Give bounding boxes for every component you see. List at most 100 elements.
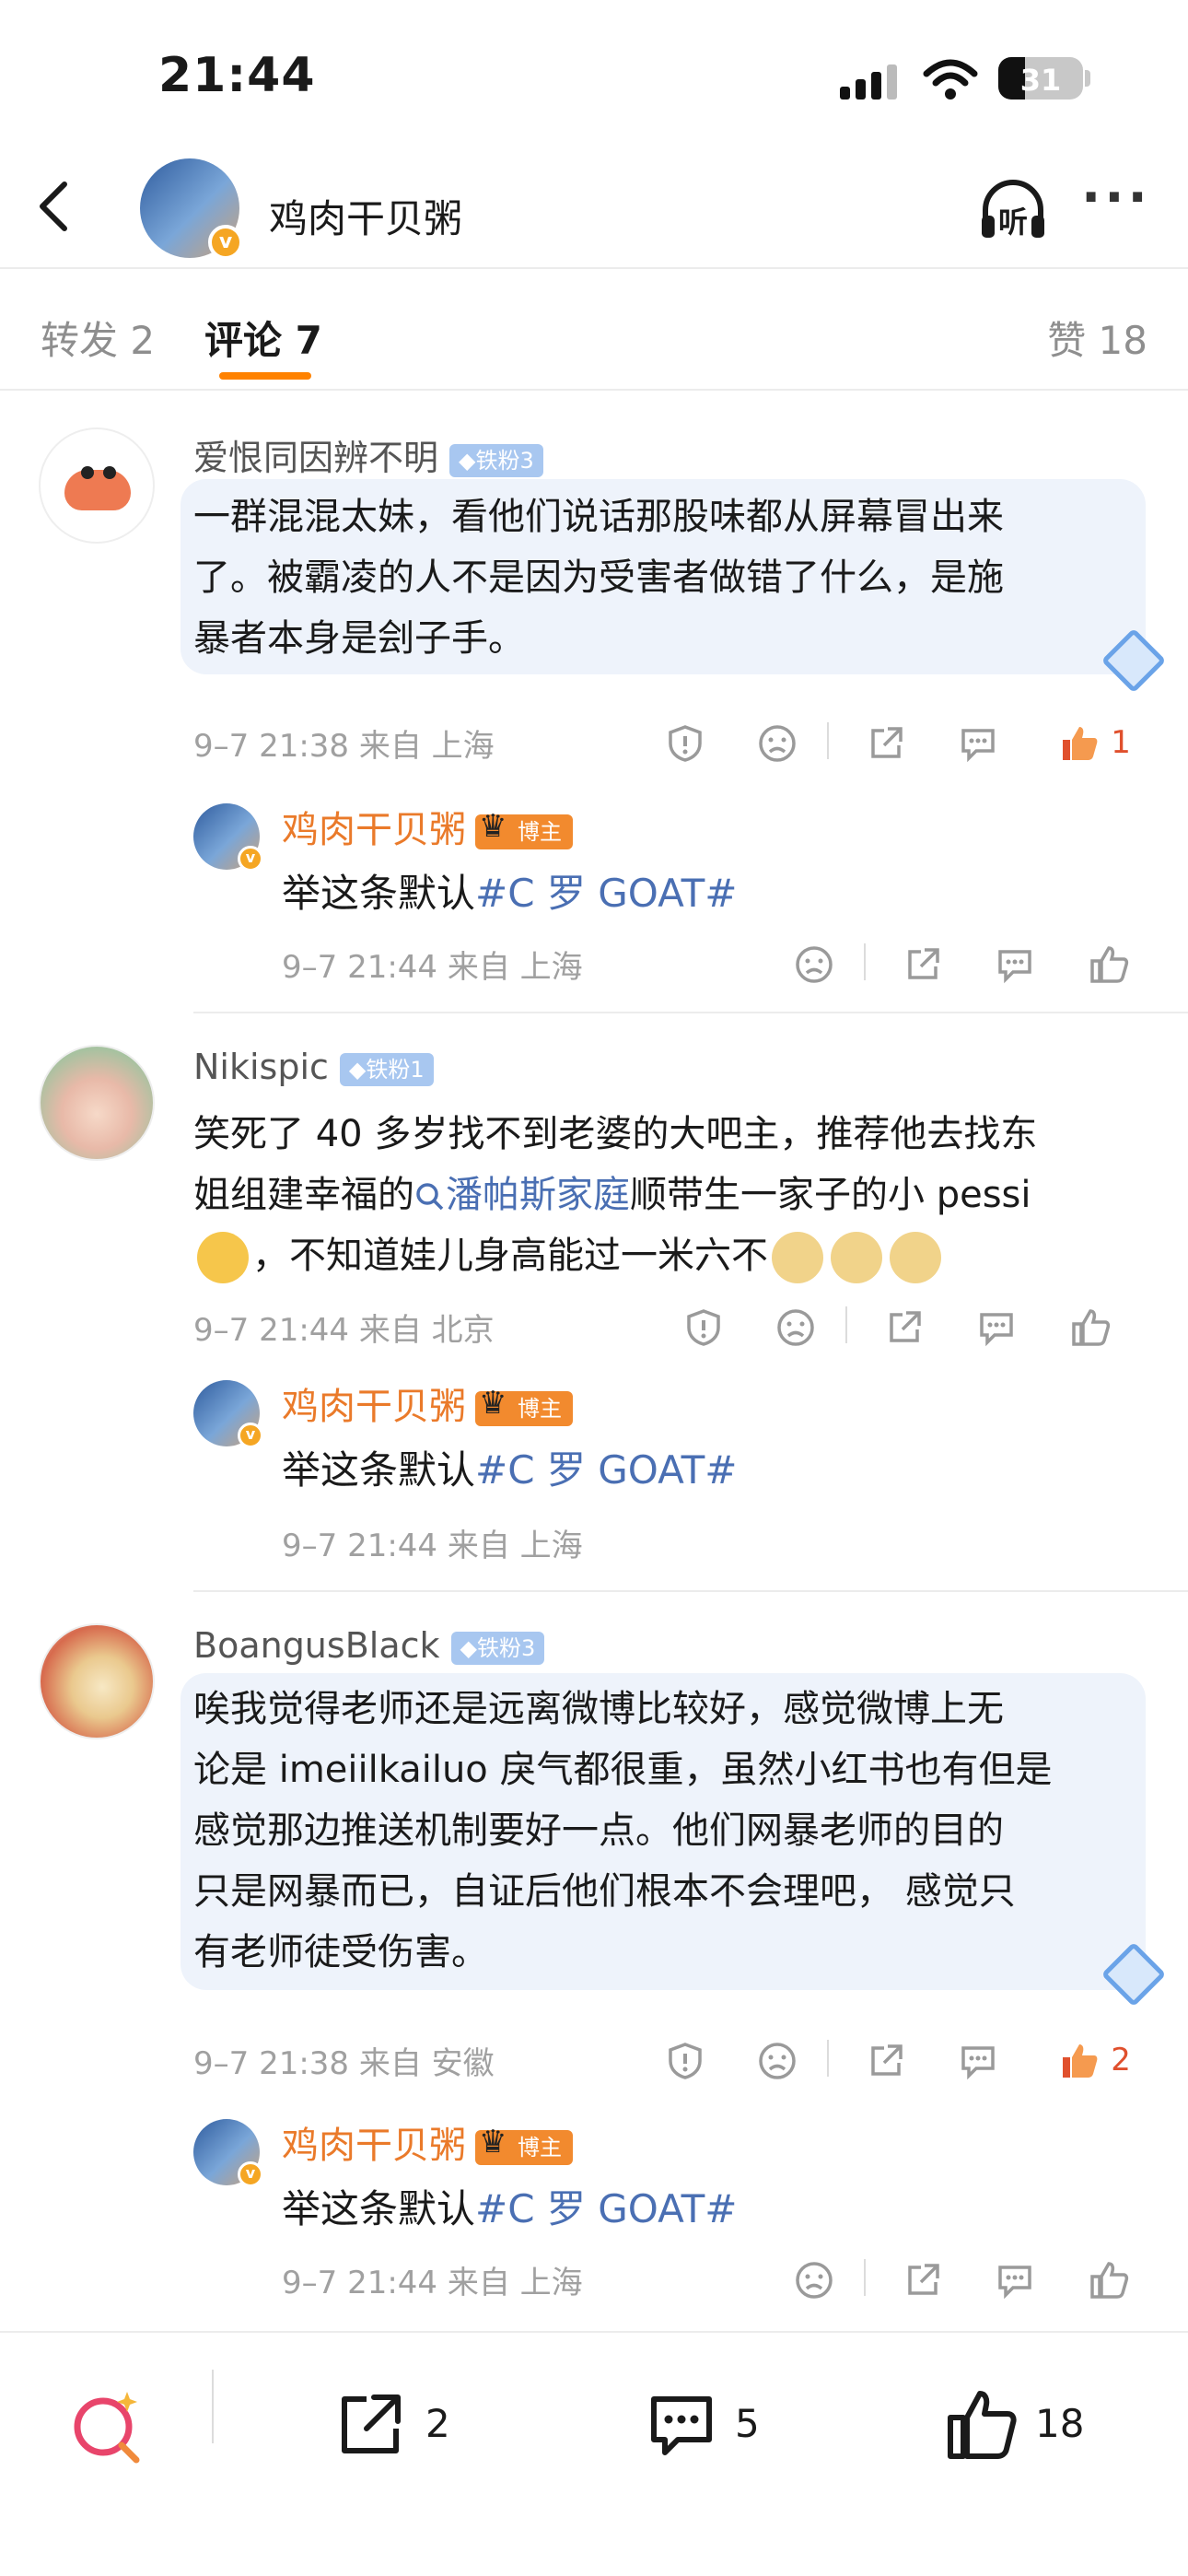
comment-count: 5 xyxy=(735,2401,760,2446)
tab-bar: 转发 2 评论 7 赞 18 xyxy=(0,269,1188,391)
commenter-name[interactable]: 爱恨同因辨不明 ◆铁粉3 xyxy=(193,429,543,480)
reply-icon[interactable] xyxy=(969,1297,1024,1352)
commenter-avatar[interactable] xyxy=(39,1045,155,1161)
dislike-face-icon[interactable] xyxy=(786,934,842,989)
comment-line-text: 姐组建幸福的 xyxy=(193,1174,414,1216)
reply-text[interactable]: 举这条默认#C 罗 GOAT# xyxy=(282,2178,737,2234)
commenter-avatar[interactable] xyxy=(39,1623,155,1739)
fan-badge-label: 铁粉3 xyxy=(475,447,534,474)
reply-author-name: 鸡肉干贝粥 xyxy=(282,2125,466,2167)
action-separator xyxy=(864,2259,866,2296)
report-icon[interactable] xyxy=(658,2031,713,2086)
reply-text[interactable]: 举这条默认#C 罗 GOAT# xyxy=(282,862,737,919)
thumbs-up-icon[interactable] xyxy=(1081,934,1136,989)
listen-label: 听 xyxy=(997,205,1028,240)
author-name[interactable]: 鸡肉干贝粥 xyxy=(269,188,462,244)
thumbs-up-icon xyxy=(1063,726,1098,760)
dislike-face-icon[interactable] xyxy=(768,1297,823,1352)
more-options-icon[interactable]: ··· xyxy=(1081,172,1155,230)
comment-line: 唉我觉得老师还是远离微博比较好，感觉微博上无 xyxy=(193,1688,1004,1730)
fan-badge-label: 铁粉3 xyxy=(476,1634,536,1661)
comment-meta: 9–7 21:44 来自 北京 xyxy=(193,1312,495,1349)
comment-line: 一群混混太妹，看他们说话那股味都从屏幕冒出来 xyxy=(193,496,1004,538)
active-tab-indicator xyxy=(219,372,311,380)
reply-icon[interactable] xyxy=(950,2031,1006,2086)
comment-text[interactable]: 一群混混太妹，看他们说话那股味都从屏幕冒出来 了。被霸凌的人不是因为受害者做错了… xyxy=(193,486,1146,669)
reply-meta: 9–7 21:44 来自 上海 xyxy=(282,949,583,986)
comment-button[interactable]: 5 xyxy=(645,2384,792,2467)
like-button[interactable]: 18 xyxy=(943,2384,1127,2467)
dislike-face-icon[interactable] xyxy=(786,2250,842,2305)
blogger-badge: ♛ 博主 xyxy=(475,2125,573,2165)
search-spark-icon[interactable] xyxy=(66,2384,149,2467)
tab-reposts[interactable]: 转发 2 xyxy=(41,310,155,366)
reply-author[interactable]: 鸡肉干贝粥 ♛ 博主 xyxy=(282,2115,573,2169)
repost-button[interactable]: 2 xyxy=(333,2384,481,2467)
reply-author[interactable]: 鸡肉干贝粥 ♛ 博主 xyxy=(282,1376,573,1430)
tab-likes[interactable]: 赞 18 xyxy=(1047,310,1147,366)
back-button[interactable] xyxy=(22,173,88,240)
thumbs-up-icon[interactable] xyxy=(1081,2250,1136,2305)
comment-line: 论是 imeiilkailuo 戾气都很重，虽然小红书也有但是 xyxy=(193,1749,1053,1791)
like-count: 1 xyxy=(1111,724,1131,761)
reply-author[interactable]: 鸡肉干贝粥 ♛ 博主 xyxy=(282,800,573,853)
commenter-name[interactable]: BoangusBlack ◆铁粉3 xyxy=(193,1625,545,1666)
wifi-icon xyxy=(923,59,978,100)
reply-text-body: 举这条默认 xyxy=(282,2186,476,2231)
dislike-face-icon[interactable] xyxy=(750,713,805,768)
comment-item: BoangusBlack ◆铁粉3 唉我觉得老师还是远离微博比较好，感觉微博上无 … xyxy=(0,1596,1188,2331)
search-link-text: 潘帕斯家庭 xyxy=(446,1174,630,1216)
nav-bar: v 鸡肉干贝粥 听 ··· xyxy=(0,147,1188,269)
cellular-signal-icon xyxy=(840,63,899,100)
report-icon[interactable] xyxy=(658,713,713,768)
reply-icon[interactable] xyxy=(987,2250,1042,2305)
reply-author-avatar[interactable]: v xyxy=(193,803,263,872)
fan-badge: ◆铁粉3 xyxy=(450,1631,545,1665)
topic-link[interactable]: #C 罗 GOAT# xyxy=(475,1447,737,1493)
share-icon[interactable] xyxy=(895,2250,950,2305)
reply-author-name: 鸡肉干贝粥 xyxy=(282,809,466,851)
verified-icon: v xyxy=(208,225,243,260)
blogger-badge: ♛ 博主 xyxy=(475,1386,573,1426)
share-icon[interactable] xyxy=(877,1297,932,1352)
commenter-name-text: Nikispic xyxy=(193,1047,329,1087)
search-link[interactable]: 潘帕斯家庭 xyxy=(414,1174,630,1216)
crown-icon: ♛ xyxy=(479,1385,507,1422)
reply-text[interactable]: 举这条默认#C 罗 GOAT# xyxy=(282,1439,737,1495)
comment-line: 姐组建幸福的 潘帕斯家庭顺带生一家子的小 pessi xyxy=(193,1165,1146,1225)
thumbs-up-icon[interactable] xyxy=(1063,1297,1118,1352)
thumbs-up-icon xyxy=(1063,2043,1098,2078)
topic-link[interactable]: #C 罗 GOAT# xyxy=(475,2186,737,2231)
blogger-badge-label: 博主 xyxy=(518,2135,562,2160)
tab-comments[interactable]: 评论 7 xyxy=(204,310,322,366)
share-icon[interactable] xyxy=(858,2031,914,2086)
commenter-name[interactable]: Nikispic ◆铁粉1 xyxy=(193,1047,434,1087)
fan-badge-label: 铁粉1 xyxy=(366,1056,425,1083)
author-avatar[interactable]: v xyxy=(140,158,243,260)
repost-count: 2 xyxy=(425,2401,450,2446)
reply-icon[interactable] xyxy=(950,713,1006,768)
status-bar: 21:44 31 xyxy=(0,0,1188,147)
comment-text[interactable]: 笑死了 40 多岁找不到老婆的大吧主，推荐他去找东 姐组建幸福的 潘帕斯家庭顺带生… xyxy=(193,1104,1146,1286)
like-button[interactable]: 1 xyxy=(1044,713,1146,768)
listen-button[interactable]: 听 xyxy=(976,173,1050,247)
share-icon[interactable] xyxy=(858,713,914,768)
share-icon[interactable] xyxy=(895,934,950,989)
comment-text[interactable]: 唉我觉得老师还是远离微博比较好，感觉微博上无 论是 imeiilkailuo 戾… xyxy=(193,1679,1146,1983)
reply-author-avatar[interactable]: v xyxy=(193,1380,263,1448)
comment-actions xyxy=(658,1297,1155,1352)
comment-meta: 9–7 21:38 来自 上海 xyxy=(193,728,495,765)
reply-meta: 9–7 21:44 来自 上海 xyxy=(282,2265,583,2301)
crying-laugh-emoji-icon xyxy=(197,1232,249,1283)
thumbs-up-icon xyxy=(948,2391,1017,2459)
status-time: 21:44 xyxy=(158,48,316,103)
reply-icon[interactable] xyxy=(987,934,1042,989)
topic-link[interactable]: #C 罗 GOAT# xyxy=(475,871,737,916)
dislike-face-icon[interactable] xyxy=(750,2031,805,2086)
report-icon[interactable] xyxy=(676,1297,731,1352)
action-separator xyxy=(827,2040,829,2077)
comment-line: 有老师徒受伤害。 xyxy=(193,1931,488,1973)
commenter-avatar[interactable] xyxy=(39,427,155,544)
like-button[interactable]: 2 xyxy=(1044,2031,1146,2086)
reply-author-avatar[interactable]: v xyxy=(193,2119,263,2187)
